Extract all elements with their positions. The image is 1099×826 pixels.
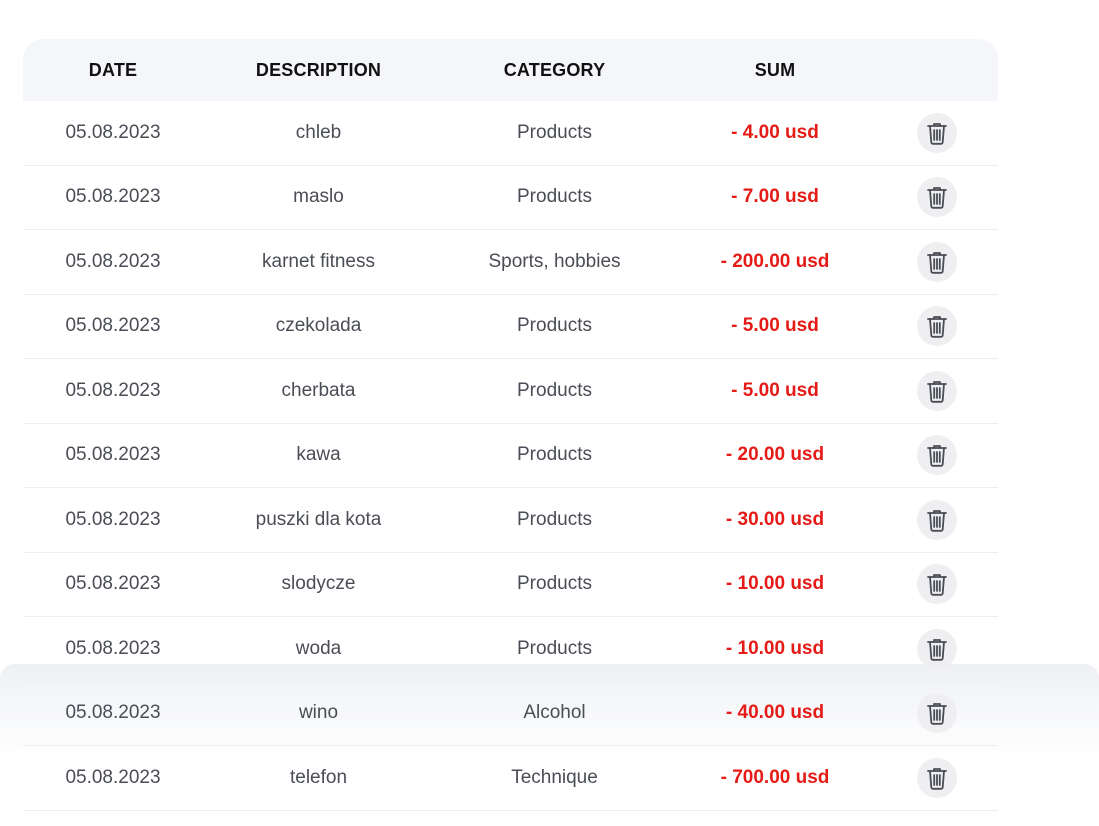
row-actions [875,757,998,798]
delete-button[interactable] [916,241,957,282]
row-category: Sports, hobbies [488,250,621,272]
row-sum: - 200.00 usd [720,250,830,272]
row-actions [875,241,998,282]
page: DATE DESCRIPTION CATEGORY SUM 05.08.2023… [0,0,1099,826]
trash-icon [926,185,948,209]
transactions-table: DATE DESCRIPTION CATEGORY SUM 05.08.2023… [23,39,998,811]
row-category: Technique [511,766,598,788]
table-row: 05.08.2023 kawa Products - 20.00 usd [23,424,998,488]
trash-icon [926,572,948,596]
delete-button[interactable] [916,306,957,347]
row-actions [875,370,998,411]
row-actions [875,306,998,347]
row-actions [875,499,998,540]
trash-icon [926,250,948,274]
table-row: 05.08.2023 woda Products - 10.00 usd [23,617,998,682]
delete-button[interactable] [916,177,957,218]
row-date: 05.08.2023 [65,315,161,337]
row-actions [875,435,998,476]
row-category: Products [517,637,592,659]
row-actions [875,112,998,153]
trash-icon [926,443,948,467]
delete-button[interactable] [916,112,957,153]
row-description: karnet fitness [262,250,375,272]
delete-button[interactable] [916,693,957,734]
row-sum: - 20.00 usd [725,444,825,466]
table-row: 05.08.2023 puszki dla kota Products - 30.00… [23,488,998,553]
table-row: 05.08.2023 telefon Technique - 700.00 usd [23,746,998,811]
table-row: 05.08.2023 karnet fitness Sports, hobbies -… [23,230,998,295]
trash-icon [926,314,948,338]
row-sum: - 4.00 usd [731,121,819,143]
header-date: DATE [88,59,138,80]
row-description: cherbata [281,379,356,401]
row-category: Products [517,315,592,337]
row-actions [875,628,998,669]
table-header: DATE DESCRIPTION CATEGORY SUM [23,39,998,101]
row-date: 05.08.2023 [65,121,161,143]
table-row: 05.08.2023 chleb Products - 4.00 usd [23,101,998,166]
table-row: 05.08.2023 slodycze Products - 10.00 usd [23,553,998,617]
table-row: 05.08.2023 czekolada Products - 5.00 usd [23,295,998,359]
row-actions [875,693,998,734]
delete-button[interactable] [916,370,957,411]
row-description: maslo [293,186,344,208]
row-date: 05.08.2023 [65,766,161,788]
trash-icon [926,379,948,403]
delete-button[interactable] [916,435,957,476]
trash-icon [926,637,948,661]
row-description: woda [295,637,342,659]
trash-icon [926,766,948,790]
trash-icon [926,121,948,145]
row-sum: - 700.00 usd [720,766,830,788]
delete-button[interactable] [916,564,957,605]
row-sum: - 10.00 usd [725,573,825,595]
header-sum: SUM [754,59,796,80]
row-category: Alcohol [523,702,586,724]
header-category: CATEGORY [503,59,606,80]
delete-button[interactable] [916,757,957,798]
row-sum: - 5.00 usd [731,315,819,337]
header-description: DESCRIPTION [255,59,382,80]
row-date: 05.08.2023 [65,637,161,659]
row-sum: - 30.00 usd [725,508,825,530]
row-sum: - 5.00 usd [731,379,819,401]
row-category: Products [517,508,592,530]
row-description: wino [298,702,339,724]
row-sum: - 10.00 usd [725,637,825,659]
trash-icon [926,508,948,532]
row-category: Products [517,573,592,595]
table-row: 05.08.2023 cherbata Products - 5.00 usd [23,359,998,424]
row-description: puszki dla kota [255,508,382,530]
row-description: kawa [296,444,341,466]
row-actions [875,564,998,605]
row-sum: - 7.00 usd [731,186,819,208]
table-row: 05.08.2023 maslo Products - 7.00 usd [23,166,998,230]
table-body: 05.08.2023 chleb Products - 4.00 usd 05.08.2… [23,101,998,811]
row-actions [875,177,998,218]
table-row: 05.08.2023 wino Alcohol - 40.00 usd [23,682,998,746]
row-category: Products [517,379,592,401]
row-description: czekolada [275,315,362,337]
row-date: 05.08.2023 [65,702,161,724]
row-description: slodycze [281,573,356,595]
delete-button[interactable] [916,499,957,540]
delete-button[interactable] [916,628,957,669]
row-date: 05.08.2023 [65,573,161,595]
row-category: Products [517,186,592,208]
row-description: chleb [295,121,342,143]
row-date: 05.08.2023 [65,250,161,272]
row-description: telefon [289,766,348,788]
row-category: Products [517,121,592,143]
row-date: 05.08.2023 [65,186,161,208]
row-date: 05.08.2023 [65,508,161,530]
row-category: Products [517,444,592,466]
row-date: 05.08.2023 [65,444,161,466]
row-sum: - 40.00 usd [725,702,825,724]
row-date: 05.08.2023 [65,379,161,401]
trash-icon [926,701,948,725]
